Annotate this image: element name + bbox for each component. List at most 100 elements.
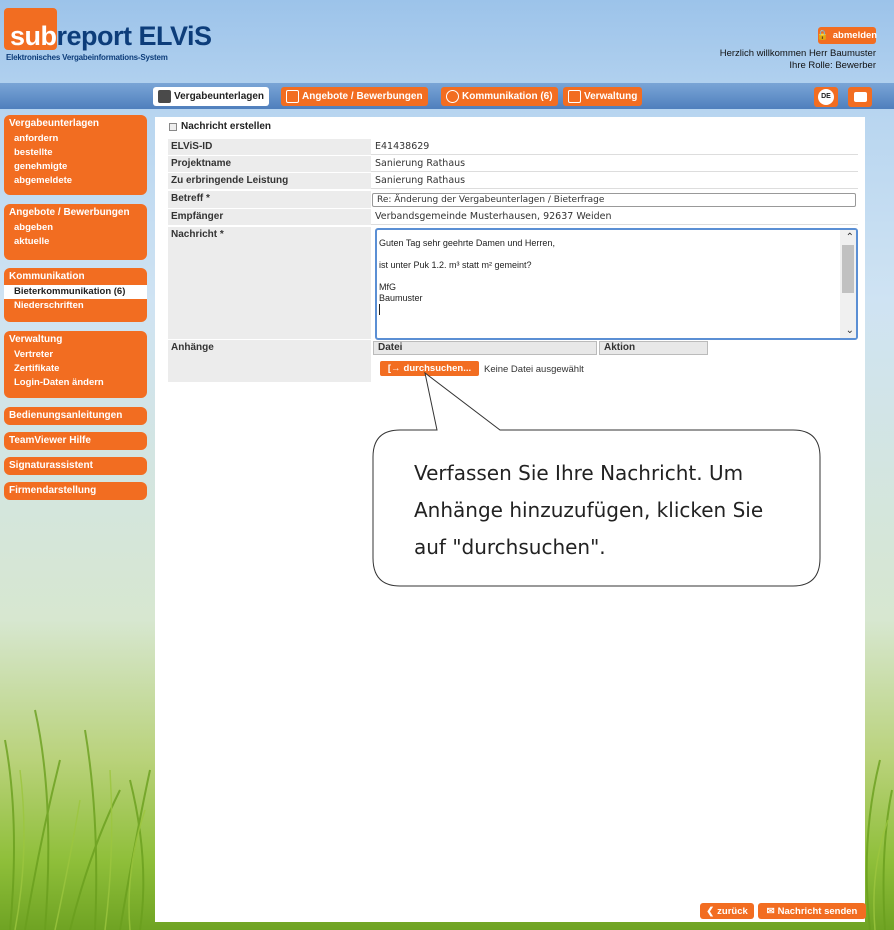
grid-icon: [568, 90, 581, 103]
sidebar-item-bestellte[interactable]: bestellte: [4, 146, 147, 160]
tab-angebote[interactable]: Angebote / Bewerbungen: [281, 87, 428, 106]
callout-line: auf "durchsuchen".: [414, 535, 606, 559]
tab-label: Vergabeunterlagen: [174, 91, 265, 102]
logout-label: abmelden: [832, 30, 878, 41]
browse-label: durchsuchen...: [403, 363, 472, 374]
sidebar-item-abgeben[interactable]: abgeben: [4, 221, 147, 235]
attachments-col-action: Aktion: [599, 341, 708, 355]
back-label: zurück: [717, 905, 748, 917]
value-project: Sanierung Rathaus: [371, 156, 858, 172]
label-attachments: Anhänge: [168, 340, 371, 382]
tab-kommunikation[interactable]: Kommunikation (6): [441, 87, 558, 106]
speech-icon: [446, 90, 459, 103]
sidebar-group-angebote: Angebote / Bewerbungen abgeben aktuelle: [4, 204, 147, 260]
message-line: Baumuster: [379, 293, 423, 303]
sidebar-group-title[interactable]: Verwaltung: [4, 331, 147, 348]
message-line: Guten Tag sehr geehrte Damen und Herren,: [379, 238, 555, 248]
callout-text: Verfassen Sie Ihre Nachricht. Um Anhänge…: [414, 455, 794, 566]
label-message: Nachricht *: [168, 227, 371, 339]
welcome-text: Herzlich willkommen Herr Baumuster Ihre …: [720, 48, 876, 72]
browse-button[interactable]: [→ durchsuchen...: [380, 361, 479, 376]
row-elvis-id: ELViS-ID E41438629: [168, 139, 858, 155]
logo-rest: report ELViS: [56, 21, 213, 51]
label-project: Projektname: [168, 156, 371, 172]
logo-tagline: Elektronisches Vergabeinformations-Syste…: [6, 53, 168, 62]
row-recipient: Empfänger Verbandsgemeinde Musterhausen,…: [168, 209, 858, 225]
sidebar-item-bedienungsanleitungen[interactable]: Bedienungsanleitungen: [4, 407, 147, 425]
tab-label: Kommunikation (6): [462, 91, 553, 102]
value-elvis-id: E41438629: [371, 139, 858, 155]
message-line: [379, 271, 854, 282]
sidebar-item-login-daten[interactable]: Login-Daten ändern: [4, 376, 147, 390]
tab-verwaltung[interactable]: Verwaltung: [563, 87, 643, 106]
logout-button[interactable]: 🔒 abmelden: [816, 27, 878, 44]
sidebar-item-genehmigte[interactable]: genehmigte: [4, 160, 147, 174]
chevron-down-icon[interactable]: ⌄: [846, 325, 854, 336]
upload-icon: [→: [387, 363, 401, 374]
subject-input[interactable]: Re: Änderung der Vergabeunterlagen / Bie…: [372, 193, 856, 207]
no-file-text: Keine Datei ausgewählt: [484, 364, 584, 375]
role-line: Ihre Rolle: Bewerber: [789, 60, 876, 71]
language-label: DE: [818, 89, 834, 105]
sidebar-item-anfordern[interactable]: anfordern: [4, 132, 147, 146]
sidebar-group-title: Firmendarstellung: [9, 485, 97, 496]
sidebar-item-niederschriften[interactable]: Niederschriften: [4, 299, 147, 313]
message-scrollbar[interactable]: ⌃ ⌄: [840, 230, 856, 338]
text-cursor: [379, 304, 380, 315]
chevron-up-icon[interactable]: ⌃: [846, 232, 854, 243]
language-button[interactable]: DE: [814, 87, 838, 107]
sidebar-group-title[interactable]: Vergabeunterlagen: [4, 115, 147, 132]
value-recipient: Verbandsgemeinde Musterhausen, 92637 Wei…: [371, 209, 858, 225]
message-line: ist unter Puk 1.2. m³ statt m² gemeint?: [379, 260, 532, 270]
document-icon: [158, 90, 171, 103]
collapse-icon[interactable]: [169, 122, 177, 131]
back-button[interactable]: ❮ zurück: [700, 903, 754, 919]
send-label: Nachricht senden: [777, 905, 858, 917]
tab-label: Verwaltung: [584, 91, 638, 102]
app-header: subreport ELViS Elektronisches Vergabein…: [0, 0, 894, 83]
lock-icon: 🔒: [816, 30, 829, 41]
send-icon: ✉: [766, 905, 775, 917]
panel-title-text: Nachricht erstellen: [181, 121, 272, 132]
sidebar-item-aktuelle[interactable]: aktuelle: [4, 235, 147, 249]
attachments-col-file: Datei: [373, 341, 597, 355]
message-line: [379, 249, 854, 260]
sidebar-item-teamviewer[interactable]: TeamViewer Hilfe: [4, 432, 147, 450]
sidebar-group-title: Bedienungsanleitungen: [9, 410, 123, 421]
label-subject: Betreff *: [168, 191, 371, 208]
sidebar-item-signaturassistent[interactable]: Signaturassistent: [4, 457, 147, 475]
chat-button[interactable]: [848, 87, 872, 107]
sidebar-group-vergabeunterlagen: Vergabeunterlagen anfordern bestellte ge…: [4, 115, 147, 195]
envelope-icon: [286, 90, 299, 103]
sidebar-group-title: Signaturassistent: [9, 460, 93, 471]
label-recipient: Empfänger: [168, 209, 371, 225]
sidebar-item-zertifikate[interactable]: Zertifikate: [4, 362, 147, 376]
row-project: Projektname Sanierung Rathaus: [168, 156, 858, 172]
sidebar-group-title[interactable]: Angebote / Bewerbungen: [4, 204, 147, 221]
sidebar-item-abgemeldete[interactable]: abgemeldete: [4, 174, 147, 188]
callout-line: Anhänge hinzuzufügen, klicken Sie: [414, 498, 764, 522]
sidebar-group-title: TeamViewer Hilfe: [9, 435, 91, 446]
sidebar-item-vertreter[interactable]: Vertreter: [4, 348, 147, 362]
sidebar-item-bieterkommunikation[interactable]: Bieterkommunikation (6): [4, 285, 147, 299]
logo-sub: sub: [10, 21, 57, 51]
send-button[interactable]: ✉ Nachricht senden: [758, 903, 866, 919]
tab-vergabeunterlagen[interactable]: Vergabeunterlagen: [153, 87, 270, 106]
sidebar-group-kommunikation: Kommunikation Bieterkommunikation (6) Ni…: [4, 268, 147, 322]
label-service: Zu erbringende Leistung: [168, 173, 371, 189]
sidebar-group-verwaltung: Verwaltung Vertreter Zertifikate Login-D…: [4, 331, 147, 398]
callout-line: Verfassen Sie Ihre Nachricht. Um: [414, 461, 744, 485]
main-nav: Vergabeunterlagen Angebote / Bewerbungen…: [0, 83, 894, 109]
panel-title: Nachricht erstellen: [169, 121, 271, 132]
logo: subreport ELViS: [10, 21, 212, 52]
row-service: Zu erbringende Leistung Sanierung Rathau…: [168, 173, 858, 189]
message-textarea[interactable]: Guten Tag sehr geehrte Damen und Herren,…: [375, 228, 858, 340]
sidebar-group-title[interactable]: Kommunikation: [4, 268, 147, 285]
label-elvis-id: ELViS-ID: [168, 139, 371, 155]
scroll-thumb[interactable]: [842, 245, 854, 293]
chevron-left-icon: ❮: [706, 905, 715, 917]
welcome-line: Herzlich willkommen Herr Baumuster: [719, 48, 876, 59]
sidebar-item-firmendarstellung[interactable]: Firmendarstellung: [4, 482, 147, 500]
chat-icon: [853, 92, 867, 102]
value-service: Sanierung Rathaus: [371, 173, 858, 189]
